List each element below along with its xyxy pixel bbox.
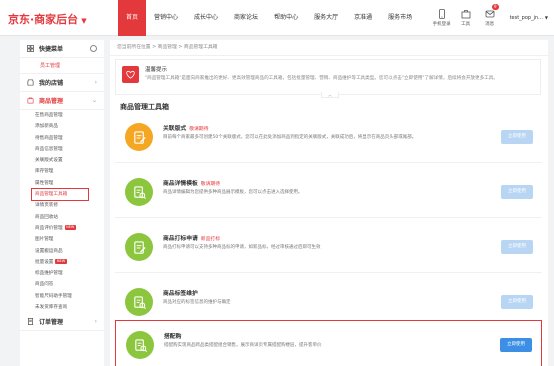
- tool-card: 搭配购搭配购实现商品跨品类搭配组合销售，展示商详页专属搭配购楼层，提升客单价 立即…: [115, 320, 542, 366]
- sidebar-item-goods-0[interactable]: 在售商品管理: [20, 110, 104, 121]
- tip-panel: 温馨提示 "商品管理工具箱"是面向商家推出的更好、更高效管理商品的工具箱，包括批…: [115, 59, 541, 98]
- nav-marketing[interactable]: 营销中心: [146, 0, 186, 36]
- tip-title: 温馨提示: [145, 67, 168, 73]
- top-header: 京东·商家后台 ▼ 首页 营销中心 成长中心 商家论坛 帮助中心 服务大厅 京准通…: [0, 0, 554, 36]
- message-count-badge: 9: [492, 4, 499, 10]
- section-title: 商品管理工具箱: [120, 103, 169, 111]
- use-now-button[interactable]: 立即使用: [501, 240, 533, 254]
- card-description: 商品详情编辑为您提供多种商品展示模板，您可以点击进入选择使用。: [163, 190, 303, 195]
- card-tag: 敬请期待: [189, 127, 209, 132]
- nav-home[interactable]: 首页: [118, 0, 147, 36]
- breadcrumb: 您当前所在位置 > 商品管理 > 商品管理工具箱: [110, 40, 548, 56]
- sidebar-item-goods-8[interactable]: 详情页装修: [20, 200, 104, 211]
- nav-service-hall[interactable]: 服务大厅: [306, 0, 346, 36]
- sidebar-item-goods-1[interactable]: 添加新商品: [20, 121, 104, 132]
- card-title: 关联版式 敬请期待: [163, 126, 209, 132]
- sidebar-item-goods-4[interactable]: 关联版式设置: [20, 155, 104, 166]
- nav-growth[interactable]: 成长中心: [186, 0, 226, 36]
- message-icon: [485, 10, 494, 18]
- edit-icon: [125, 123, 153, 151]
- chevron-right-icon: ›: [94, 79, 97, 86]
- card-title: 商品标签维护: [163, 291, 198, 297]
- heart-icon: [126, 70, 135, 79]
- user-dropdown-icon: ▼: [544, 15, 548, 20]
- quick-item-staff[interactable]: 员工管理: [20, 58, 104, 74]
- sidebar-item-goods-16[interactable]: 智能尺码助手管理: [20, 291, 104, 302]
- sidebar-item-goods-13[interactable]: 批量设置 NEW: [20, 257, 104, 268]
- mobile-icon: [438, 9, 445, 19]
- toolbox-icon: [461, 10, 470, 19]
- nav-forum[interactable]: 商家论坛: [226, 0, 266, 36]
- use-now-button[interactable]: 立即使用: [501, 130, 533, 144]
- sidebar-item-goods-5[interactable]: 库存管理: [20, 166, 104, 177]
- tools-button[interactable]: 工具: [454, 0, 478, 36]
- use-now-button[interactable]: 立即使用: [501, 295, 533, 309]
- use-now-button[interactable]: 立即使用: [501, 185, 533, 199]
- nav-help[interactable]: 帮助中心: [266, 0, 306, 36]
- sidebar-item-goods-15[interactable]: 商品问答: [20, 279, 104, 290]
- sidebar-item-goods-17[interactable]: 未发货库存查询: [20, 302, 104, 313]
- tool-card: 商品详情模板 敬请期待商品详情编辑为您提供多种商品展示模板，您可以点击进入选择使用…: [115, 168, 542, 218]
- sidebar-group-goods[interactable]: 商品管理 ⌄: [20, 92, 104, 110]
- sidebar: 快捷菜单 员工管理 我的店铺 › 商品管理 ⌄ 在售商品管理 添加新商品 待售商品管…: [20, 40, 104, 366]
- card-title: 商品详情模板 敬请期待: [163, 181, 220, 187]
- sidebar-group-shop[interactable]: 我的店铺 ›: [20, 74, 104, 92]
- new-badge: NEW: [55, 258, 67, 264]
- card-title: 商品打标申请 新品打标: [163, 236, 220, 242]
- shop-icon: [27, 79, 34, 86]
- sidebar-item-goods-10[interactable]: 商品评价管理 NEW: [20, 223, 104, 234]
- chevron-right-icon: ›: [94, 318, 97, 326]
- tool-card: 商品打标申请 新品打标商品打标申请可以支持多种商品标的申请，如新品标，经过审核通过…: [115, 223, 542, 273]
- chevron-down-icon: ⌄: [91, 97, 97, 104]
- sidebar-item-goods-9[interactable]: 商品回收站: [20, 212, 104, 223]
- grid-icon: [27, 45, 34, 52]
- sidebar-item-goods-7[interactable]: 商品管理工具箱: [31, 188, 89, 202]
- nav-jzt[interactable]: 京准通: [346, 0, 380, 36]
- card-description: 商品打标申请可以支持多种商品标的申请，如新品标，经过审核通过后即可生效: [163, 245, 321, 250]
- sidebar-item-goods-11[interactable]: 图片管理: [20, 234, 104, 245]
- sidebar-item-goods-2[interactable]: 待售商品管理: [20, 133, 104, 144]
- user-menu[interactable]: test_pop_jn... ▼: [510, 15, 548, 21]
- header-tools: 手机登录 工具 9 消息 test_pop_jn... ▼: [430, 0, 548, 36]
- goods-icon: [27, 97, 34, 104]
- card-description: 目前每个商家最多可创建50个关联版式，您可以在此处添加商品到指定的关联版式，关联…: [163, 135, 417, 140]
- use-now-button[interactable]: 立即使用: [500, 338, 532, 352]
- card-tag: 敬请期待: [200, 182, 220, 187]
- sidebar-item-goods-6[interactable]: 属性管理: [20, 178, 104, 189]
- tool-card: 关联版式 敬请期待目前每个商家最多可创建50个关联版式，您可以在此处添加商品到指定…: [115, 113, 542, 163]
- sidebar-group-orders[interactable]: 订单管理 ›: [20, 313, 104, 332]
- card-description: 搭配购实现商品跨品类搭配组合销售，展示商详页专属搭配购楼层，提升客单价: [164, 343, 322, 348]
- sidebar-item-goods-12[interactable]: 设置搬运商品: [20, 246, 104, 257]
- document-search-icon: [125, 288, 153, 316]
- collapse-tip-button[interactable]: ︿: [321, 92, 339, 98]
- nav-service-market[interactable]: 服务市场: [380, 0, 420, 36]
- quick-menu-header[interactable]: 快捷菜单: [20, 40, 104, 58]
- mobile-login-button[interactable]: 手机登录: [430, 0, 454, 36]
- order-icon: [28, 318, 33, 326]
- card-tag: 新品打标: [200, 237, 220, 242]
- sidebar-item-goods-3[interactable]: 商品信息管理: [20, 144, 104, 155]
- logo-dropdown-icon[interactable]: ▼: [81, 17, 86, 25]
- messages-button[interactable]: 9 消息: [478, 0, 502, 36]
- tip-badge: [122, 66, 139, 83]
- new-badge: NEW: [64, 224, 76, 230]
- card-description: 商品对应的标签信息的维护与确定: [163, 300, 231, 305]
- document-search-icon: [125, 178, 153, 206]
- edit-icon: [125, 233, 153, 261]
- sidebar-item-goods-14[interactable]: 标品维护管理: [20, 268, 104, 279]
- brand-logo[interactable]: 京东·商家后台 ▼: [8, 11, 87, 27]
- settings-icon[interactable]: [90, 45, 97, 52]
- main-content: 您当前所在位置 > 商品管理 > 商品管理工具箱 温馨提示 "商品管理工具箱"是…: [110, 40, 548, 366]
- main-nav: 首页 营销中心 成长中心 商家论坛 帮助中心 服务大厅 京准通 服务市场: [118, 0, 420, 36]
- document-search-icon: [126, 331, 154, 359]
- tip-text: "商品管理工具箱"是面向商家推出的更好、更高效管理商品的工具箱，包括批量管理、营…: [145, 76, 498, 81]
- goods-submenu: 在售商品管理 添加新商品 待售商品管理 商品信息管理 关联版式设置 库存管理 属性管理 商品管…: [20, 110, 104, 313]
- card-title: 搭配购: [164, 334, 182, 340]
